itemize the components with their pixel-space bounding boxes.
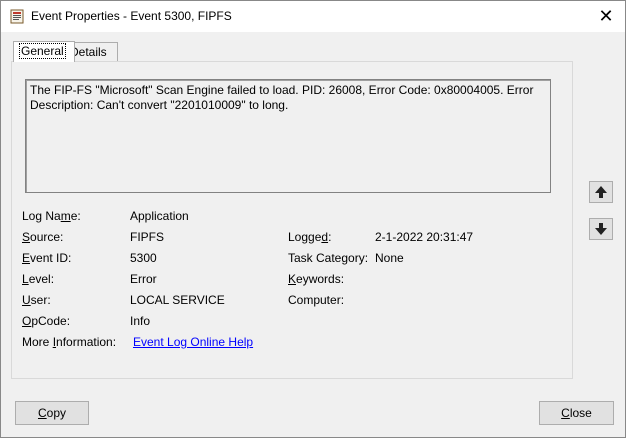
user-value: LOCAL SERVICE bbox=[130, 293, 225, 307]
next-event-button[interactable] bbox=[589, 218, 613, 240]
event-id-label: Event ID: bbox=[22, 251, 72, 265]
source-label: Source: bbox=[22, 230, 64, 244]
window-title: Event Properties - Event 5300, FIPFS bbox=[31, 9, 232, 23]
logged-label: Logged: bbox=[288, 230, 332, 244]
opcode-value: Info bbox=[130, 314, 151, 328]
logged-value: 2-1-2022 20:31:47 bbox=[375, 230, 474, 244]
log-name-value: Application bbox=[130, 209, 189, 223]
task-category-label: Task Category: bbox=[288, 251, 369, 265]
opcode-label: OpCode: bbox=[22, 314, 71, 328]
close-window-icon[interactable]: ✕ bbox=[595, 5, 617, 27]
event-id-value: 5300 bbox=[130, 251, 157, 265]
title-bar: Event Properties - Event 5300, FIPFS ✕ bbox=[1, 1, 625, 32]
user-label: User: bbox=[22, 293, 51, 307]
event-viewer-app-icon bbox=[10, 9, 24, 24]
computer-label: Computer: bbox=[288, 293, 345, 307]
source-value: FIPFS bbox=[130, 230, 165, 244]
keywords-label: Keywords: bbox=[288, 272, 345, 286]
event-log-online-help-link[interactable]: Event Log Online Help bbox=[133, 335, 253, 350]
task-category-value: None bbox=[375, 251, 404, 265]
tab-general[interactable]: General bbox=[13, 41, 75, 62]
level-label: Level: bbox=[22, 272, 55, 286]
copy-button[interactable]: Copy bbox=[15, 401, 89, 425]
close-button[interactable]: Close bbox=[539, 401, 614, 425]
previous-event-button[interactable] bbox=[589, 181, 613, 203]
event-properties-window: Event Properties - Event 5300, FIPFS ✕ G… bbox=[0, 0, 626, 438]
level-value: Error bbox=[130, 272, 157, 286]
arrow-up-icon bbox=[595, 186, 607, 198]
log-name-label: Log Name: bbox=[22, 209, 81, 223]
event-description-text[interactable]: The FIP-FS "Microsoft" Scan Engine faile… bbox=[25, 79, 551, 193]
arrow-down-icon bbox=[595, 223, 607, 235]
more-information-label: More Information: bbox=[22, 335, 117, 349]
